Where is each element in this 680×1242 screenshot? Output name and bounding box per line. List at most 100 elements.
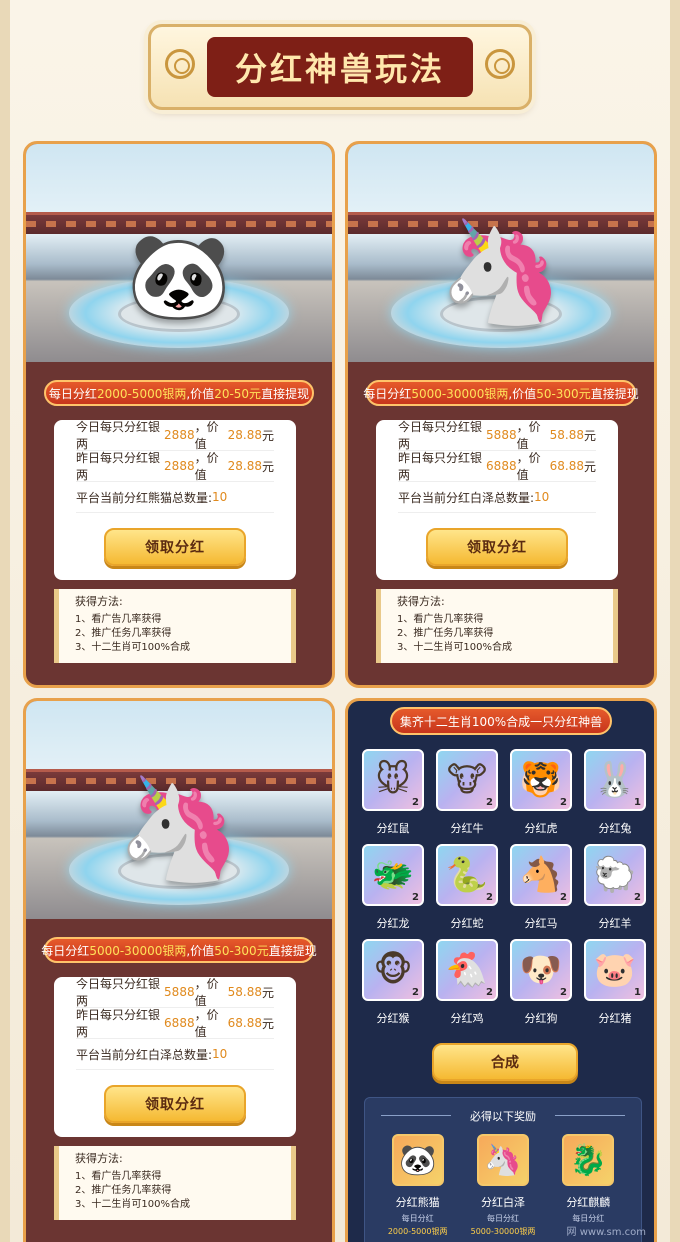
page-title: 分红神兽玩法 xyxy=(234,50,445,88)
claim-dividend-button[interactable]: 领取分红 xyxy=(104,1085,246,1123)
beast-card-baize-2: 🦄 每日分红 5000-30000银两 ,价值 50-300元 直接提现 今日每只分红银… xyxy=(23,698,335,1242)
cloud-ornament-icon xyxy=(165,49,195,79)
zodiac-collection-card: 集齐十二生肖100%合成一只分红神兽 🐭 2 分红鼠 🐮 2 分红牛 🐯 2 分红虎 🐰 1 分红兔 🐲… xyxy=(345,698,657,1242)
zodiac-count: 2 xyxy=(486,797,493,808)
zodiac-name: 分红猪 xyxy=(598,1012,632,1025)
zodiac-item[interactable]: 🐭 2 分红鼠 xyxy=(360,749,426,844)
zodiac-item[interactable]: 🐍 2 分红蛇 xyxy=(434,844,500,939)
acquire-methods: 获得方法: 1、看广告几率获得 2、推广任务几率获得 3、十二生肖可100%合成 xyxy=(54,589,296,663)
total-count-row: 平台当前分红熊猫总数量: 10 xyxy=(76,482,274,513)
title-banner: 分红神兽玩法 xyxy=(148,24,532,110)
dividend-info-box: 今日每只分红银两 2888 ，价值 28.88 元 昨日每只分红银两 2888 ，价值 28.… xyxy=(54,420,296,580)
zodiac-name: 分红虎 xyxy=(524,822,558,835)
reward-beast-icon: 🦄 xyxy=(476,1134,529,1186)
cloud-ornament-icon xyxy=(485,49,515,79)
zodiac-count: 1 xyxy=(634,987,641,998)
zodiac-name: 分红鸡 xyxy=(450,1012,484,1025)
zodiac-animal-icon: 🐵 2 xyxy=(362,939,424,1001)
zodiac-count: 2 xyxy=(560,987,567,998)
dividend-info-box: 今日每只分红银两 5888 ，价值 58.88 元 昨日每只分红银两 6888 ，价值 68.… xyxy=(376,420,618,580)
reward-sub: 每日分红 xyxy=(401,1214,434,1223)
daily-dividend-tag: 每日分红 2000-5000银两 ,价值 20-50元 直接提现 xyxy=(44,380,314,406)
zodiac-name: 分红猴 xyxy=(376,1012,410,1025)
zodiac-animal-icon: 🐷 1 xyxy=(584,939,646,1001)
baize-creature-icon: 🦄 xyxy=(116,770,242,887)
total-count-row: 平台当前分红白泽总数量: 10 xyxy=(398,482,596,513)
zodiac-emoji: 🐭 xyxy=(375,760,411,800)
today-dividend-row: 今日每只分红银两 2888 ，价值 28.88 元 xyxy=(76,420,274,451)
zodiac-item[interactable]: 🐴 2 分红马 xyxy=(508,844,574,939)
zodiac-emoji: 🐮 xyxy=(446,760,488,800)
zodiac-item[interactable]: 🐶 2 分红狗 xyxy=(508,939,574,1034)
zodiac-emoji: 🐍 xyxy=(445,855,489,895)
zodiac-animal-icon: 🐑 2 xyxy=(584,844,646,906)
zodiac-count: 1 xyxy=(634,797,641,808)
daily-dividend-tag: 每日分红 5000-30000银两 ,价值 50-300元 直接提现 xyxy=(363,380,639,406)
yesterday-dividend-row: 昨日每只分红银两 6888 ，价值 68.88 元 xyxy=(398,451,596,482)
reward-list: 🐼 分红熊猫 每日分红 2000-5000银两 🦄 分红白泽每日分红 5000-30000银… xyxy=(375,1134,631,1237)
zodiac-count: 2 xyxy=(486,987,493,998)
reward-beast-icon: 🐼 xyxy=(391,1134,444,1186)
zodiac-item[interactable]: 🐮 2 分红牛 xyxy=(434,749,500,844)
zodiac-count: 2 xyxy=(412,892,419,903)
reward-title: 必得以下奖励 xyxy=(365,1108,641,1124)
combine-button[interactable]: 合成 xyxy=(432,1043,578,1081)
zodiac-animal-icon: 🐔 2 xyxy=(436,939,498,1001)
creature-scene: 🐼 xyxy=(26,144,332,362)
zodiac-animal-icon: 🐮 2 xyxy=(436,749,498,811)
claim-dividend-button[interactable]: 领取分红 xyxy=(426,528,568,566)
zodiac-count: 2 xyxy=(486,892,493,903)
zodiac-item[interactable]: 🐔 2 分红鸡 xyxy=(434,939,500,1034)
zodiac-count: 2 xyxy=(634,892,641,903)
zodiac-name: 分红兔 xyxy=(598,822,632,835)
reward-item: 🐼 分红熊猫 每日分红 2000-5000银两 xyxy=(379,1134,457,1237)
watermark: 网 www.sm.com xyxy=(566,1227,646,1238)
total-count-row: 平台当前分红白泽总数量: 10 xyxy=(76,1039,274,1070)
zodiac-emoji: 🐰 xyxy=(593,760,637,800)
reward-item: 🦄 分红白泽每日分红 5000-30000银两 xyxy=(464,1134,542,1237)
reward-name: 分红白泽 xyxy=(480,1196,525,1209)
zodiac-name: 分红蛇 xyxy=(450,917,484,930)
today-dividend-row: 今日每只分红银两 5888 ，价值 58.88 元 xyxy=(76,977,274,1008)
reward-name: 分红麒麟 xyxy=(566,1196,611,1209)
zodiac-name: 分红龙 xyxy=(376,917,410,930)
zodiac-title-tag: 集齐十二生肖100%合成一只分红神兽 xyxy=(390,707,612,735)
beast-card-baize: 🦄 每日分红 5000-30000银两 ,价值 50-300元 直接提现 今日每只分红银… xyxy=(345,141,657,688)
acquire-methods: 获得方法: 1、看广告几率获得 2、推广任务几率获得 3、十二生肖可100%合成 xyxy=(376,589,618,663)
zodiac-item[interactable]: 🐵 2 分红猴 xyxy=(360,939,426,1034)
zodiac-item[interactable]: 🐰 1 分红兔 xyxy=(582,749,648,844)
zodiac-emoji: 🐯 xyxy=(519,760,563,800)
zodiac-count: 2 xyxy=(560,892,567,903)
zodiac-grid: 🐭 2 分红鼠 🐮 2 分红牛 🐯 2 分红虎 🐰 1 分红兔 🐲 2 分红龙 🐍 2 分红蛇 🐴 2 分红马 🐑 2 分红羊… xyxy=(360,749,648,1034)
panda-creature-icon: 🐼 xyxy=(126,227,232,325)
zodiac-count: 2 xyxy=(412,987,419,998)
dividend-info-box: 今日每只分红银两 5888 ，价值 58.88 元 昨日每只分红银两 6888 ，价值 68.… xyxy=(54,977,296,1137)
zodiac-animal-icon: 🐶 2 xyxy=(510,939,572,1001)
reward-sub: 每日分红 xyxy=(486,1214,519,1223)
zodiac-name: 分红马 xyxy=(524,917,558,930)
creature-scene: 🦄 xyxy=(348,144,654,362)
acquire-methods: 获得方法: 1、看广告几率获得 2、推广任务几率获得 3、十二生肖可100%合成 xyxy=(54,1146,296,1220)
zodiac-item[interactable]: 🐑 2 分红羊 xyxy=(582,844,648,939)
zodiac-emoji: 🐵 xyxy=(373,950,413,990)
zodiac-animal-icon: 🐴 2 xyxy=(510,844,572,906)
zodiac-emoji: 🐲 xyxy=(371,855,415,895)
zodiac-item[interactable]: 🐯 2 分红虎 xyxy=(508,749,574,844)
reward-beast-icon: 🐉 xyxy=(562,1134,615,1186)
zodiac-name: 分红鼠 xyxy=(376,822,410,835)
claim-dividend-button[interactable]: 领取分红 xyxy=(104,528,246,566)
reward-range: 5000-30000银两 xyxy=(470,1227,536,1236)
today-dividend-row: 今日每只分红银两 5888 ，价值 58.88 元 xyxy=(398,420,596,451)
beast-card-panda: 🐼 每日分红 2000-5000银两 ,价值 20-50元 直接提现 今日每只分红银两 2… xyxy=(23,141,335,688)
zodiac-item[interactable]: 🐷 1 分红猪 xyxy=(582,939,648,1034)
zodiac-emoji: 🐑 xyxy=(593,855,637,895)
zodiac-animal-icon: 🐰 1 xyxy=(584,749,646,811)
zodiac-animal-icon: 🐭 2 xyxy=(362,749,424,811)
yesterday-dividend-row: 昨日每只分红银两 6888 ，价值 68.88 元 xyxy=(76,1008,274,1039)
zodiac-animal-icon: 🐲 2 xyxy=(362,844,424,906)
zodiac-item[interactable]: 🐲 2 分红龙 xyxy=(360,844,426,939)
creature-scene: 🦄 xyxy=(26,701,332,919)
yesterday-dividend-row: 昨日每只分红银两 2888 ，价值 28.88 元 xyxy=(76,451,274,482)
zodiac-emoji: 🐶 xyxy=(519,950,563,990)
reward-item: 🐉 分红麒麟 每日分红 xyxy=(549,1134,627,1237)
